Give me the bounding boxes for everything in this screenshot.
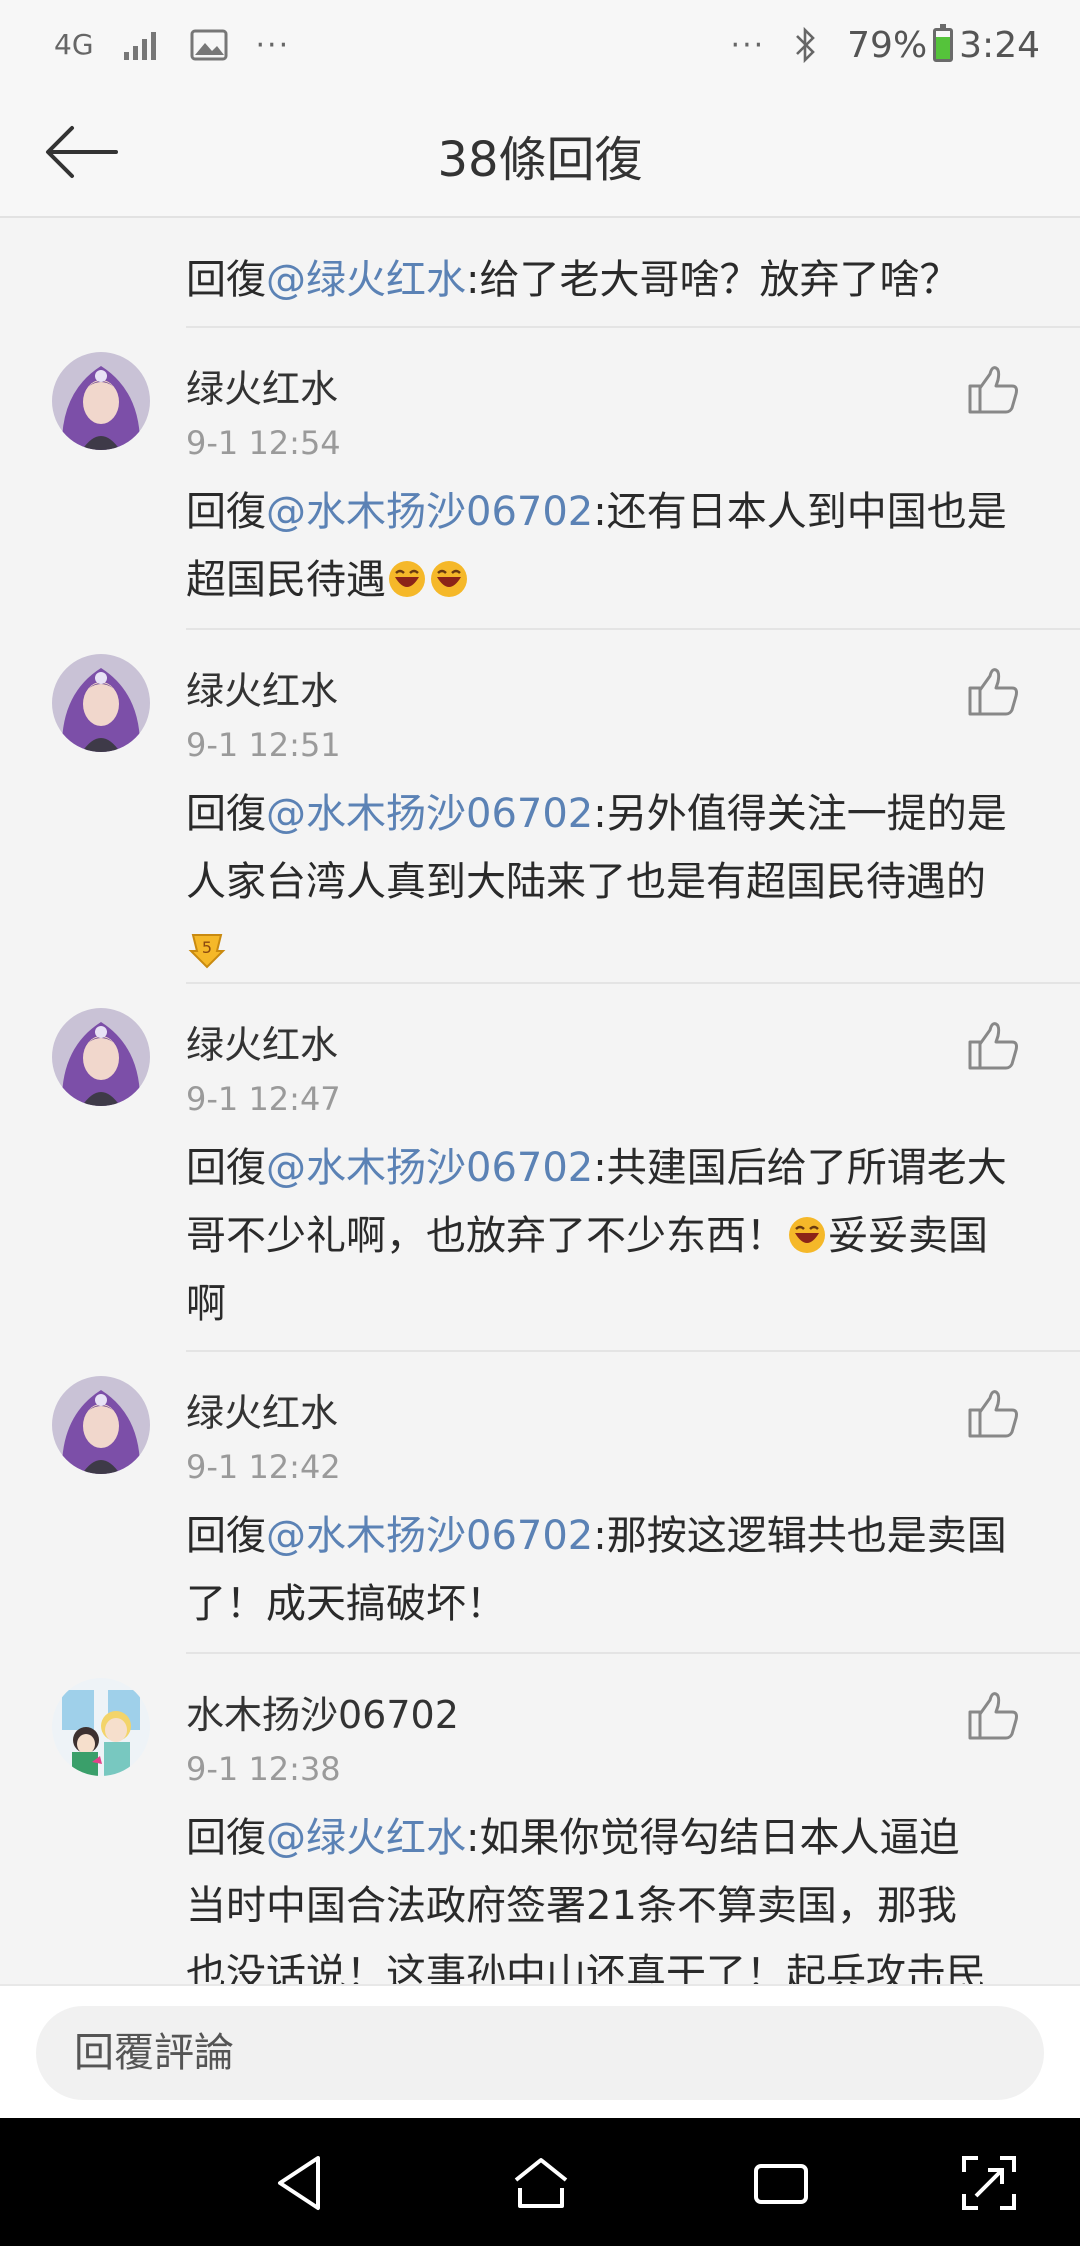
avatar[interactable] bbox=[52, 352, 150, 450]
signal-icon bbox=[123, 32, 156, 60]
username[interactable]: 绿火红水 bbox=[186, 660, 338, 715]
status-left: 4G ··· bbox=[54, 28, 290, 63]
list-item: 绿火红水 9-1 12:51 回復@水木扬沙06702:另外值得关注一提的是 人… bbox=[0, 630, 1080, 984]
like-button[interactable] bbox=[966, 1688, 1020, 1742]
reply-body: :共建国后给了所谓老大 bbox=[593, 1145, 1007, 1191]
battery-icon bbox=[933, 24, 954, 62]
reply-list[interactable]: 回復@绿火红水:给了老大哥啥？放弃了啥？ 绿火红水 9-1 12:54 回復@水… bbox=[0, 218, 1080, 1984]
clock: 3:24 bbox=[959, 24, 1040, 66]
avatar[interactable] bbox=[52, 654, 150, 752]
avatar[interactable] bbox=[52, 1376, 150, 1474]
reply-body: 超国民待遇 bbox=[186, 557, 386, 603]
reply-body: 当时中国合法政府签署21条不算卖国，那我 bbox=[186, 1883, 957, 1929]
timestamp: 9-1 12:42 bbox=[186, 1448, 341, 1486]
reply-prefix: 回復 bbox=[186, 257, 266, 303]
like-button[interactable] bbox=[966, 362, 1020, 416]
page-title: 38條回復 bbox=[437, 132, 643, 188]
laughing-emoji-icon bbox=[789, 1217, 825, 1253]
status-bar: 4G ··· ··· 79% 3:24 bbox=[0, 0, 1080, 90]
nav-home-button[interactable] bbox=[510, 2152, 572, 2214]
username[interactable]: 绿火红水 bbox=[186, 1382, 338, 1437]
username[interactable]: 绿火红水 bbox=[186, 1014, 338, 1069]
laughing-emoji-icon bbox=[431, 561, 467, 597]
username[interactable]: 水木扬沙06702 bbox=[186, 1684, 459, 1739]
reply-body: 也没话说！这事孙中山还真干了！起兵攻击民 bbox=[186, 1951, 986, 1984]
timestamp: 9-1 12:38 bbox=[186, 1750, 341, 1788]
header: 38條回復 bbox=[0, 90, 1080, 218]
reply-prefix: 回復 bbox=[186, 791, 266, 837]
like-button[interactable] bbox=[966, 1018, 1020, 1072]
nav-screenshot-button[interactable] bbox=[958, 2152, 1020, 2214]
thumbs-up-icon bbox=[968, 668, 1018, 716]
reply-text: 回復@水木扬沙06702:那按这逻辑共也是卖国 了！成天搞破坏！ bbox=[186, 1502, 1036, 1638]
nav-back-button[interactable] bbox=[270, 2152, 332, 2214]
mention-link[interactable]: @水木扬沙06702 bbox=[266, 1513, 593, 1559]
list-item: 水木扬沙06702 9-1 12:38 回復@绿火红水:如果你觉得勾结日本人逼迫… bbox=[0, 1654, 1080, 1984]
network-type: 4G bbox=[54, 28, 94, 61]
reply-body: 啊 bbox=[186, 1281, 226, 1327]
reply-body: :还有日本人到中国也是 bbox=[593, 489, 1007, 535]
reply-text: 回復@绿火红水:如果你觉得勾结日本人逼迫 当时中国合法政府签署21条不算卖国，那… bbox=[186, 1804, 1036, 1984]
like-button[interactable] bbox=[966, 1386, 1020, 1440]
reply-prefix: 回復 bbox=[186, 1513, 266, 1559]
mention-link[interactable]: @绿火红水 bbox=[266, 1815, 466, 1861]
reply-text: 回復@绿火红水:给了老大哥啥？放弃了啥？ bbox=[186, 246, 1036, 314]
reply-body: :那按这逻辑共也是卖国 bbox=[593, 1513, 1007, 1559]
reply-text: 回復@水木扬沙06702:共建国后给了所谓老大 哥不少礼啊，也放弃了不少东西！ 妥… bbox=[186, 1134, 1036, 1338]
list-item: 回復@绿火红水:给了老大哥啥？放弃了啥？ bbox=[0, 218, 1080, 328]
system-nav-bar bbox=[0, 2118, 1080, 2246]
thumbs-up-icon bbox=[968, 1390, 1018, 1438]
nav-screenshot-icon bbox=[962, 2156, 1016, 2210]
timestamp: 9-1 12:54 bbox=[186, 424, 341, 462]
five-point-emoji-icon: 5 bbox=[188, 934, 226, 969]
laughing-emoji-icon bbox=[389, 561, 425, 597]
nav-home-icon bbox=[514, 2158, 568, 2208]
avatar[interactable] bbox=[52, 1008, 150, 1106]
mention-link[interactable]: @绿火红水 bbox=[266, 257, 466, 303]
reply-prefix: 回復 bbox=[186, 489, 266, 535]
thumbs-up-icon bbox=[968, 1022, 1018, 1070]
reply-body: 了！成天搞破坏！ bbox=[186, 1581, 506, 1627]
timestamp: 9-1 12:47 bbox=[186, 1080, 341, 1118]
nav-recents-button[interactable] bbox=[750, 2152, 812, 2214]
reply-comment-input[interactable]: 回覆評論 bbox=[36, 2006, 1044, 2100]
reply-body: :给了老大哥啥？放弃了啥？ bbox=[466, 257, 960, 303]
mention-link[interactable]: @水木扬沙06702 bbox=[266, 489, 593, 535]
list-item: 绿火红水 9-1 12:42 回復@水木扬沙06702:那按这逻辑共也是卖国 了… bbox=[0, 1352, 1080, 1654]
mention-link[interactable]: @水木扬沙06702 bbox=[266, 791, 593, 837]
thumbs-up-icon bbox=[968, 366, 1018, 414]
avatar[interactable] bbox=[52, 1678, 150, 1776]
mention-link[interactable]: @水木扬沙06702 bbox=[266, 1145, 593, 1191]
reply-body: :另外值得关注一提的是 bbox=[593, 791, 1007, 837]
status-right: ··· 79% 3:24 bbox=[730, 24, 1040, 66]
nav-back-icon bbox=[278, 2156, 320, 2210]
svg-text:5: 5 bbox=[202, 938, 212, 957]
reply-prefix: 回復 bbox=[186, 1145, 266, 1191]
reply-body: 人家台湾人真到大陆来了也是有超国民待遇的 bbox=[186, 859, 986, 905]
nav-recents-icon bbox=[754, 2164, 808, 2204]
bluetooth-icon bbox=[796, 26, 815, 64]
image-notification-icon bbox=[190, 29, 228, 61]
reply-text: 回復@水木扬沙06702:还有日本人到中国也是 超国民待遇 bbox=[186, 478, 1036, 614]
reply-prefix: 回復 bbox=[186, 1815, 266, 1861]
battery-percent: 79% bbox=[847, 24, 928, 66]
thumbs-up-icon bbox=[968, 1692, 1018, 1740]
timestamp: 9-1 12:51 bbox=[186, 726, 341, 764]
list-item: 绿火红水 9-1 12:54 回復@水木扬沙06702:还有日本人到中国也是 超… bbox=[0, 328, 1080, 630]
reply-body: 哥不少礼啊，也放弃了不少东西！ bbox=[186, 1213, 786, 1259]
username[interactable]: 绿火红水 bbox=[186, 358, 338, 413]
list-item: 绿火红水 9-1 12:47 回復@水木扬沙06702:共建国后给了所谓老大 哥… bbox=[0, 984, 1080, 1352]
more-status: ··· bbox=[730, 27, 766, 63]
more-notifications: ··· bbox=[255, 27, 291, 63]
battery: 79% 3:24 bbox=[847, 24, 1040, 66]
reply-text: 回復@水木扬沙06702:另外值得关注一提的是 人家台湾人真到大陆来了也是有超国… bbox=[186, 780, 1036, 984]
like-button[interactable] bbox=[966, 664, 1020, 718]
reply-input-bar: 回覆評論 bbox=[0, 1984, 1080, 2118]
reply-body: 妥妥卖国 bbox=[828, 1213, 988, 1259]
reply-body: :如果你觉得勾结日本人逼迫 bbox=[466, 1815, 960, 1861]
